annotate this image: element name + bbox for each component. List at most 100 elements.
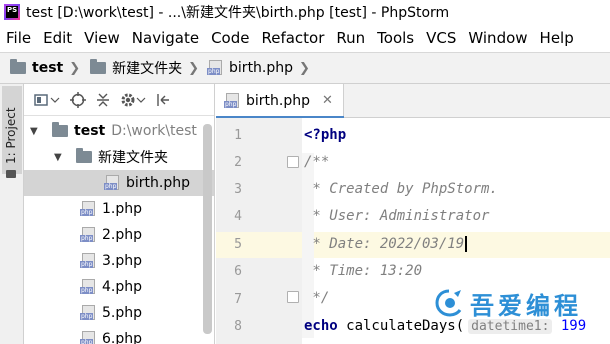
watermark-text: 吾爱编程 — [470, 291, 582, 320]
project-toolbar — [24, 84, 214, 116]
menu-vcs[interactable]: VCS — [420, 29, 462, 47]
line-number: 3 — [234, 182, 242, 197]
chevron-down-icon — [136, 97, 146, 103]
code-line-1: <?php — [304, 127, 347, 143]
echo-keyword: echo — [304, 318, 338, 334]
code-line-4: * User: Administrator — [304, 208, 490, 224]
fold-marker-icon[interactable] — [287, 156, 299, 168]
code-line-7: */ — [304, 290, 330, 306]
menu-view[interactable]: View — [78, 29, 126, 47]
menu-window[interactable]: Window — [462, 29, 533, 47]
tree-folder-label: 新建文件夹 — [98, 150, 168, 166]
menu-file[interactable]: File — [0, 29, 37, 47]
crosshair-icon — [70, 91, 86, 108]
collapse-icon — [97, 93, 109, 106]
tree-file[interactable]: php 4.php — [24, 274, 214, 300]
tree-file[interactable]: php 6.php — [24, 326, 214, 344]
editor-gutter — [216, 118, 302, 344]
tree-file-label: 3.php — [102, 253, 143, 269]
menu-navigate[interactable]: Navigate — [126, 29, 205, 47]
code-line-5: * Date: 2022/03/19 — [304, 236, 468, 252]
code-line-3: * Created by PhpStorm. — [304, 181, 498, 197]
breadcrumb-item-test[interactable]: test ❯ — [10, 59, 81, 76]
tree-file-label: 2.php — [102, 227, 143, 243]
phpstorm-logo-icon: PS — [4, 4, 20, 20]
line-number: 1 — [234, 128, 242, 143]
line-number: 5 — [234, 237, 242, 252]
project-scrollbar[interactable] — [203, 124, 212, 334]
window-title: test [D:\work\test] - ...\新建文件夹\birth.ph… — [26, 5, 450, 21]
tab-label: birth.php — [246, 93, 310, 109]
editor-tab-bar: php birth.php ✕ — [216, 84, 610, 119]
settings-button[interactable] — [120, 92, 146, 108]
line-number: 4 — [234, 209, 242, 224]
php-file-icon: php — [80, 227, 96, 243]
title-bar: PS test [D:\work\test] - ...\新建文件夹\birth… — [0, 0, 610, 24]
line-number: 7 — [234, 292, 242, 307]
chevron-right-icon: ❯ — [69, 60, 81, 76]
menu-edit[interactable]: Edit — [37, 29, 78, 47]
php-file-icon: php — [224, 93, 240, 109]
menu-bar: File Edit View Navigate Code Refactor Ru… — [0, 24, 610, 52]
text-caret — [465, 236, 468, 252]
folder-icon — [10, 59, 26, 74]
menu-refactor[interactable]: Refactor — [255, 29, 330, 47]
menu-run[interactable]: Run — [330, 29, 371, 47]
fold-marker-icon[interactable] — [287, 291, 299, 303]
folder-icon — [90, 59, 107, 74]
tree-file[interactable]: php 3.php — [24, 248, 214, 274]
menu-help[interactable]: Help — [534, 29, 580, 47]
tree-file[interactable]: php 1.php — [24, 196, 214, 222]
tree-file-label: 6.php — [102, 331, 143, 344]
tree-folder[interactable]: ▼ 新建文件夹 — [24, 144, 214, 170]
php-file-icon: php — [104, 175, 120, 191]
php-file-icon: php — [80, 201, 96, 217]
folder-icon — [52, 122, 68, 137]
tree-file[interactable]: php 5.php — [24, 300, 214, 326]
watermark: 吾爱编程 — [434, 284, 610, 322]
chevron-down-icon — [50, 97, 60, 103]
watermark-logo-icon — [435, 289, 462, 317]
hide-panel-button[interactable] — [156, 92, 170, 108]
tree-root-path: D:\work\test — [111, 123, 197, 139]
chevron-right-icon: ❯ — [188, 60, 200, 76]
project-structure-icon — [34, 93, 48, 106]
folder-tab-icon — [6, 170, 16, 178]
breadcrumb-label: 新建文件夹 — [112, 61, 183, 77]
line-number: 2 — [234, 155, 242, 170]
php-file-icon: php — [80, 305, 96, 321]
breadcrumb-item-file[interactable]: php birth.php ❯ — [207, 60, 310, 76]
project-panel: ▼ test D:\work\test ▼ 新建文件夹 php birth.ph… — [24, 84, 215, 344]
php-file-icon: php — [80, 279, 96, 295]
hide-panel-icon — [157, 93, 169, 106]
breadcrumb-item-folder[interactable]: 新建文件夹 ❯ — [90, 58, 199, 78]
gear-icon — [121, 93, 135, 106]
php-file-icon: php — [80, 253, 96, 269]
tree-file[interactable]: php 2.php — [24, 222, 214, 248]
tool-window-stripe: 1: Project — [0, 84, 24, 344]
locate-file-button[interactable] — [70, 91, 86, 108]
project-tool-label[interactable]: 1: Project — [4, 107, 18, 164]
expanded-arrow-icon: ▼ — [30, 125, 38, 137]
tree-file-label: 1.php — [102, 201, 143, 217]
breadcrumb-label: birth.php — [229, 60, 294, 76]
line-number: 6 — [234, 264, 242, 279]
tree-file-label: birth.php — [126, 175, 190, 191]
tree-file-birth[interactable]: php birth.php — [24, 170, 214, 196]
line-number: 8 — [234, 319, 242, 334]
php-file-icon: php — [207, 60, 223, 76]
menu-tools[interactable]: Tools — [371, 29, 420, 47]
breadcrumb: test ❯ 新建文件夹 ❯ php birth.php ❯ — [0, 52, 610, 84]
tree-root-test[interactable]: ▼ test D:\work\test — [24, 118, 214, 144]
code-line-2: /** — [304, 154, 330, 170]
close-icon[interactable]: ✕ — [322, 93, 333, 108]
tab-birth-php[interactable]: php birth.php ✕ — [216, 84, 344, 119]
expanded-arrow-icon: ▼ — [54, 151, 62, 163]
folder-icon — [76, 148, 92, 163]
collapse-all-button[interactable] — [96, 92, 110, 108]
project-view-dropdown[interactable] — [34, 93, 60, 107]
menu-code[interactable]: Code — [205, 29, 255, 47]
php-file-icon: php — [80, 331, 96, 344]
code-line-6: * Time: 13:20 — [304, 263, 423, 279]
tree-root-label: test — [74, 123, 106, 139]
